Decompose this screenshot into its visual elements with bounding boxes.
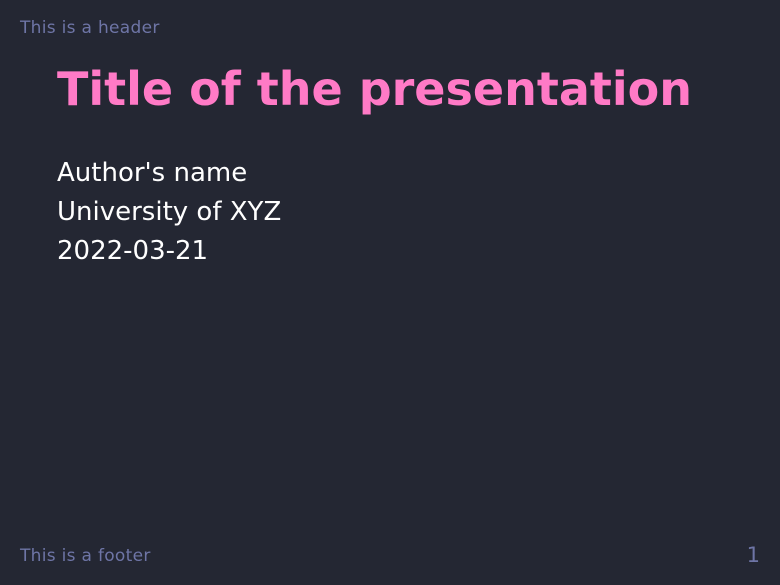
slide-header: This is a header — [20, 18, 160, 38]
presentation-date: 2022-03-21 — [57, 236, 209, 266]
slide-footer: This is a footer — [20, 546, 151, 566]
slide: This is a header Title of the presentati… — [0, 0, 780, 585]
slide-title: Title of the presentation — [57, 62, 692, 116]
title-meta: Author's name University of XYZ 2022-03-… — [57, 154, 281, 271]
page-number: 1 — [746, 543, 760, 567]
institution: University of XYZ — [57, 197, 282, 227]
author-name: Author's name — [57, 158, 248, 188]
